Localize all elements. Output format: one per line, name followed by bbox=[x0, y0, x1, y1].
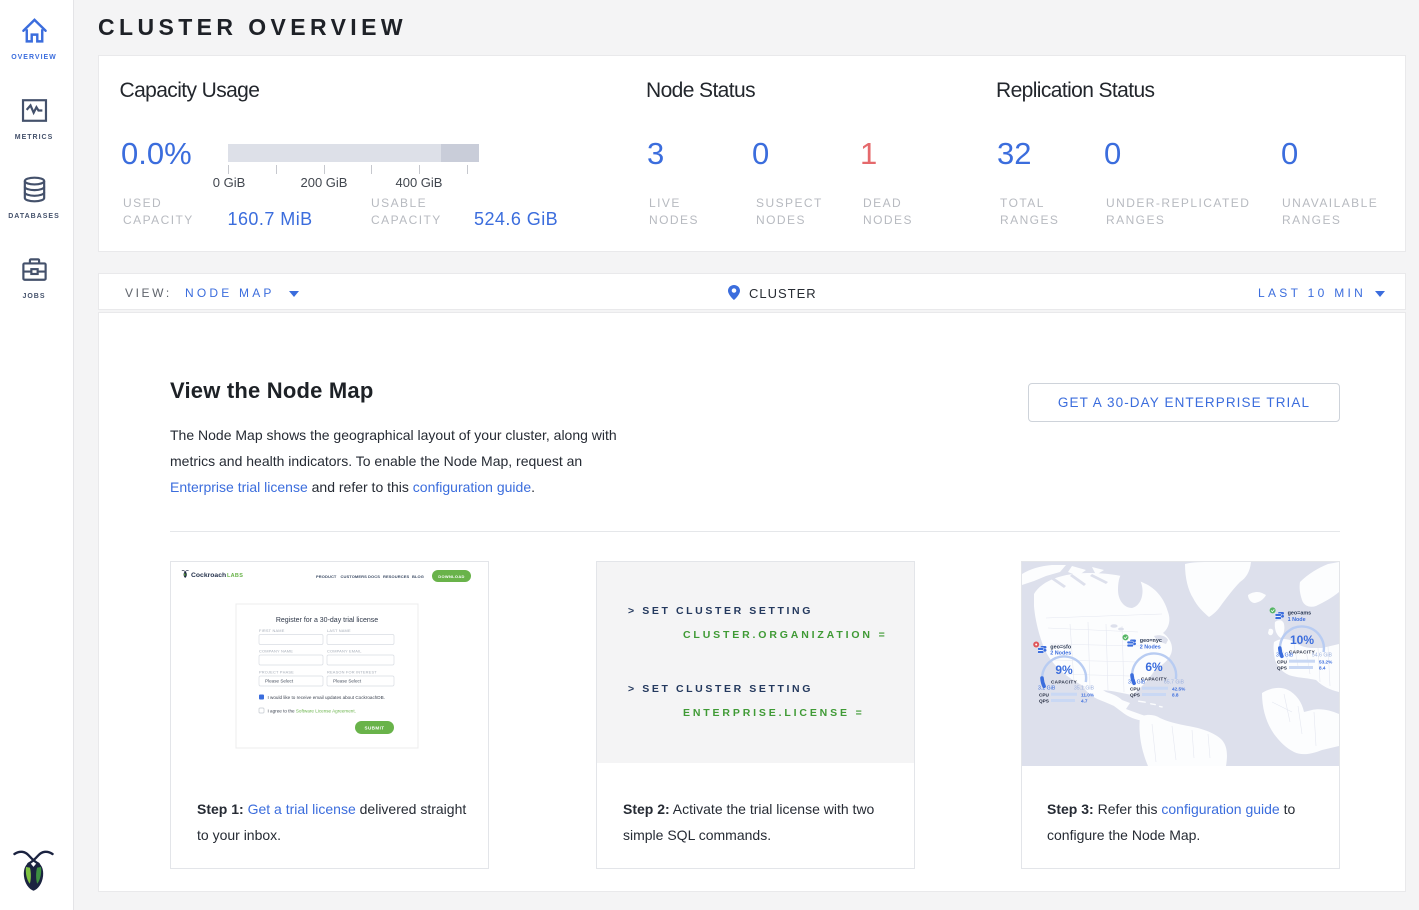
svg-text:42.5%: 42.5% bbox=[1172, 686, 1186, 691]
svg-text:Register for a 30-day trial li: Register for a 30-day trial license bbox=[276, 617, 378, 624]
svg-text:1 Node: 1 Node bbox=[1288, 617, 1306, 623]
svg-text:I agree to the Software Licens: I agree to the Software License Agreemen… bbox=[268, 708, 356, 713]
svg-text:Please Select: Please Select bbox=[265, 679, 294, 684]
svg-text:DOCS: DOCS bbox=[368, 574, 380, 579]
svg-text:9%: 9% bbox=[1055, 663, 1073, 677]
svg-text:BLOG: BLOG bbox=[412, 574, 424, 579]
svg-text:PROJECT PHASE: PROJECT PHASE bbox=[259, 670, 294, 675]
svg-text:QPS: QPS bbox=[1039, 699, 1049, 704]
svg-text:65.7 GiB: 65.7 GiB bbox=[1164, 680, 1185, 686]
svg-text:geo=sfo: geo=sfo bbox=[1050, 644, 1072, 650]
svg-text:COMPANY NAME: COMPANY NAME bbox=[259, 649, 293, 654]
svg-text:CPU: CPU bbox=[1277, 659, 1288, 664]
svg-text:I would like to receive email: I would like to receive email updates ab… bbox=[268, 695, 385, 700]
svg-text:10%: 10% bbox=[1290, 633, 1314, 647]
svg-text:4.7: 4.7 bbox=[1081, 699, 1088, 704]
svg-text:11.0%: 11.0% bbox=[1081, 692, 1095, 697]
svg-text:Please Select: Please Select bbox=[333, 679, 362, 684]
svg-text:DOWNLOAD: DOWNLOAD bbox=[438, 574, 464, 579]
svg-text:2 Nodes: 2 Nodes bbox=[1140, 644, 1161, 650]
svg-text:SUBMIT: SUBMIT bbox=[364, 726, 384, 731]
svg-text:3.6 GiB: 3.6 GiB bbox=[1276, 653, 1294, 659]
svg-text:COMPANY EMAIL: COMPANY EMAIL bbox=[327, 649, 362, 654]
svg-text:CAPACITY: CAPACITY bbox=[1051, 680, 1078, 685]
svg-text:54.6 GiB: 54.6 GiB bbox=[1312, 653, 1333, 659]
svg-text:8.8: 8.8 bbox=[1172, 693, 1179, 698]
svg-text:3.7 GiB: 3.7 GiB bbox=[1128, 680, 1146, 686]
svg-text:6%: 6% bbox=[1145, 660, 1163, 674]
svg-text:8.4: 8.4 bbox=[1319, 666, 1326, 671]
svg-text:QPS: QPS bbox=[1130, 693, 1140, 698]
svg-text:35.1 GiB: 35.1 GiB bbox=[1074, 686, 1095, 692]
svg-text:geo=ams: geo=ams bbox=[1288, 611, 1312, 617]
svg-text:53.2%: 53.2% bbox=[1319, 659, 1333, 664]
svg-text:LABS: LABS bbox=[227, 573, 243, 579]
svg-text:QPS: QPS bbox=[1277, 666, 1287, 671]
svg-text:CPU: CPU bbox=[1130, 686, 1141, 691]
svg-text:RESOURCES: RESOURCES bbox=[383, 574, 409, 579]
svg-text:FIRST NAME: FIRST NAME bbox=[259, 628, 285, 633]
svg-text:LAST NAME: LAST NAME bbox=[327, 628, 351, 633]
svg-text:CPU: CPU bbox=[1039, 692, 1050, 697]
svg-text:CUSTOMERS: CUSTOMERS bbox=[341, 574, 368, 579]
svg-text:PRODUCT: PRODUCT bbox=[316, 574, 337, 579]
svg-text:Cockroach: Cockroach bbox=[191, 572, 226, 579]
svg-text:REASON FOR INTEREST: REASON FOR INTEREST bbox=[327, 670, 377, 675]
svg-text:geo=nyc: geo=nyc bbox=[1140, 638, 1162, 644]
svg-text:3.2 GiB: 3.2 GiB bbox=[1038, 686, 1056, 692]
